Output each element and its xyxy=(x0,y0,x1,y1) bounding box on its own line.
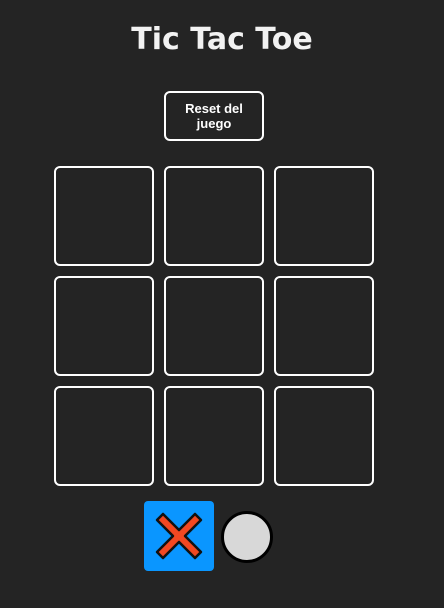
board-cell-8[interactable] xyxy=(164,386,264,486)
board-cell-1[interactable] xyxy=(54,166,154,266)
board-cell-5[interactable] xyxy=(164,276,264,376)
turn-x-active xyxy=(144,501,214,571)
reset-game-button[interactable]: Reset del juego xyxy=(164,91,264,141)
x-mark-icon xyxy=(155,512,203,560)
board-cell-7[interactable] xyxy=(54,386,154,486)
page-title: Tic Tac Toe xyxy=(131,22,313,57)
turn-indicator xyxy=(144,501,280,571)
turn-o-inactive xyxy=(220,510,274,564)
board-cell-4[interactable] xyxy=(54,276,154,376)
board-cell-6[interactable] xyxy=(274,276,374,376)
o-circle-icon xyxy=(221,511,273,563)
board-cell-9[interactable] xyxy=(274,386,374,486)
game-board xyxy=(54,166,374,486)
board-cell-3[interactable] xyxy=(274,166,374,266)
board-cell-2[interactable] xyxy=(164,166,264,266)
